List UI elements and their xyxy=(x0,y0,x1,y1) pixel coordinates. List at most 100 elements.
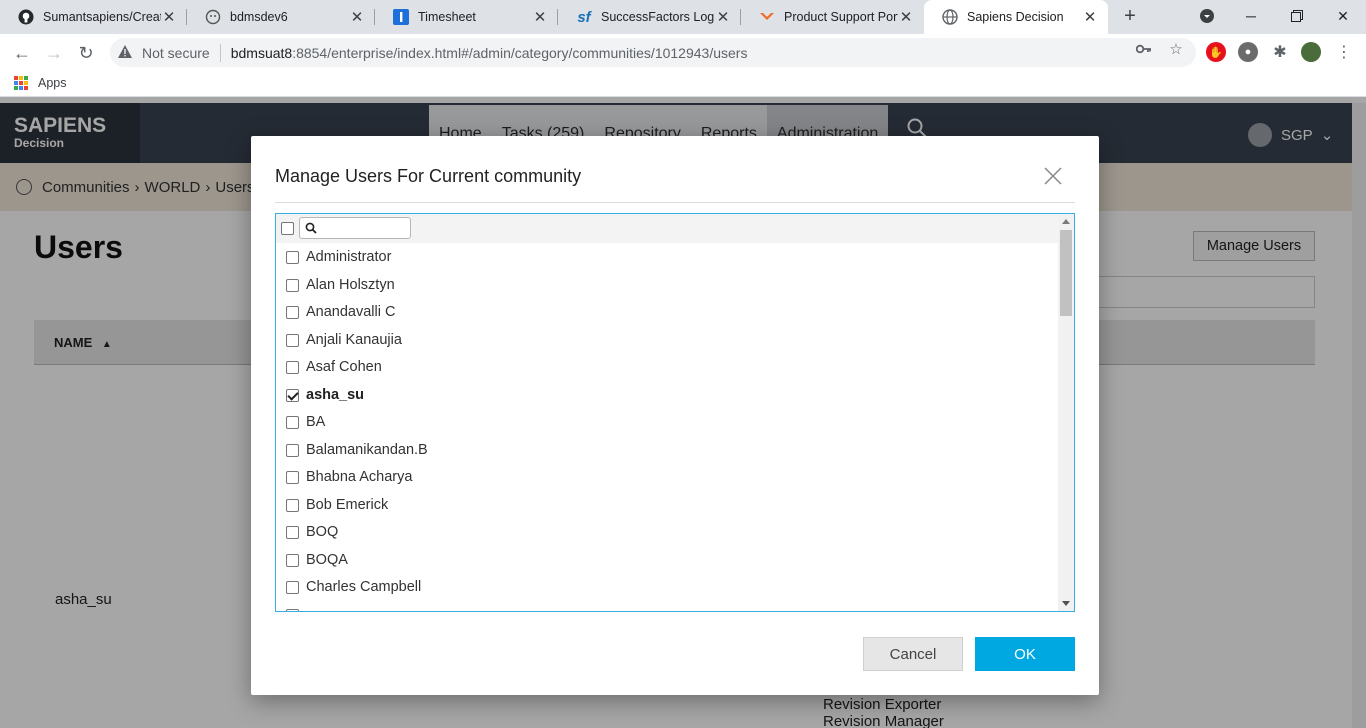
successfactors-icon: sf xyxy=(577,8,591,26)
browser-tab-strip: Sumantsapiens/Create ✕ bdmsdev6 ✕ Timesh… xyxy=(0,0,1366,34)
user-items: Administrator Alan Holsztyn Anandavalli … xyxy=(276,244,1058,611)
window-close-icon[interactable]: ✕ xyxy=(1332,5,1354,27)
browser-tab[interactable]: Timesheet ✕ xyxy=(375,0,558,34)
restore-icon[interactable] xyxy=(1286,5,1308,27)
apps-shortcut[interactable]: Apps xyxy=(14,76,67,90)
user-checkbox[interactable] xyxy=(286,608,299,611)
scroll-thumb[interactable] xyxy=(1060,230,1072,316)
puzzle-icon[interactable]: ✱ xyxy=(1270,42,1290,62)
close-icon[interactable] xyxy=(1044,167,1062,185)
scroll-down-icon[interactable] xyxy=(1062,601,1070,606)
address-bar[interactable]: Not secure bdmsuat8 :8854/enterprise/ind… xyxy=(110,38,1196,67)
list-item[interactable]: Asaf Cohen xyxy=(276,354,1058,382)
list-item[interactable]: Charles Campbell xyxy=(276,574,1058,602)
forward-icon[interactable]: → xyxy=(43,42,65,64)
user-name: Bob Emerick xyxy=(306,496,389,513)
browser-tab[interactable]: sf SuccessFactors Log in ✕ xyxy=(558,0,741,34)
profile-avatar[interactable] xyxy=(1301,42,1321,62)
cancel-button[interactable]: Cancel xyxy=(863,637,963,671)
user-name: Anandavalli C xyxy=(306,304,396,320)
url-path: :8854/enterprise/index.html#/admin/categ… xyxy=(292,44,748,61)
close-icon[interactable]: ✕ xyxy=(715,8,731,26)
extension-icon[interactable]: ● xyxy=(1238,42,1258,62)
apps-label: Apps xyxy=(38,76,67,90)
user-name: Bhabna Acharya xyxy=(306,469,413,485)
user-name: Alan Holsztyn xyxy=(306,276,395,293)
browser-tab[interactable]: bdmsdev6 ✕ xyxy=(187,0,375,34)
back-icon[interactable]: ← xyxy=(11,42,33,64)
tab-title: Sapiens Decision xyxy=(967,10,1064,24)
list-item[interactable]: BOQA xyxy=(276,547,1058,575)
github-icon xyxy=(18,9,34,25)
dialog-title: Manage Users For Current community xyxy=(275,166,582,186)
warning-icon xyxy=(118,44,134,61)
user-checkbox[interactable] xyxy=(286,361,299,374)
close-icon[interactable]: ✕ xyxy=(1082,8,1098,26)
security-label[interactable]: Not secure xyxy=(142,45,210,61)
close-icon[interactable]: ✕ xyxy=(898,8,914,26)
user-name: Balamanikandan.B xyxy=(306,441,428,458)
user-checkbox[interactable] xyxy=(286,498,299,512)
user-checkbox[interactable] xyxy=(286,443,299,457)
close-icon[interactable]: ✕ xyxy=(161,8,177,26)
manage-users-dialog: Manage Users For Current community Admin… xyxy=(251,136,1099,695)
user-checkbox[interactable] xyxy=(286,251,299,264)
user-name: BOQ xyxy=(306,524,339,540)
list-item[interactable]: Bob Emerick xyxy=(276,492,1058,520)
search-icon xyxy=(305,221,317,234)
key-icon[interactable] xyxy=(1135,40,1153,58)
tab-title: Product Support Porta xyxy=(784,10,898,24)
list-item[interactable]: Alan Holsztyn xyxy=(276,272,1058,300)
user-checkbox-checked[interactable] xyxy=(286,388,299,402)
support-portal-icon xyxy=(759,9,775,25)
reload-icon[interactable]: ↻ xyxy=(75,42,97,64)
user-checkbox[interactable] xyxy=(286,581,299,594)
list-header xyxy=(276,214,1058,243)
list-item[interactable]: Administrator xyxy=(276,244,1058,272)
list-item[interactable]: Anandavalli C xyxy=(276,299,1058,327)
close-icon[interactable]: ✕ xyxy=(532,8,548,26)
user-name: Administrator xyxy=(306,249,392,265)
star-icon[interactable]: ☆ xyxy=(1167,40,1185,58)
user-name: asha_su xyxy=(306,386,365,403)
user-name: Asaf Cohen xyxy=(306,359,382,375)
globe-icon xyxy=(942,9,958,25)
search-input[interactable] xyxy=(299,217,411,239)
menu-icon[interactable]: ⋮ xyxy=(1334,42,1354,62)
select-all-checkbox[interactable] xyxy=(281,222,294,235)
user-checkbox[interactable] xyxy=(286,416,299,429)
new-tab-icon[interactable]: + xyxy=(1120,6,1140,26)
list-scrollbar[interactable] xyxy=(1058,214,1074,611)
list-item[interactable]: BOQ xyxy=(276,519,1058,547)
close-icon[interactable]: ✕ xyxy=(349,8,365,26)
browser-tab[interactable]: Product Support Porta ✕ xyxy=(741,0,924,34)
list-item[interactable]: Anjali Kanaujia xyxy=(276,327,1058,355)
scroll-up-icon[interactable] xyxy=(1062,219,1070,224)
minimize-icon[interactable]: ─ xyxy=(1240,5,1262,27)
user-name: BA xyxy=(306,414,326,430)
user-name: Charles Campbell xyxy=(306,579,422,595)
divider xyxy=(219,43,221,62)
list-item[interactable]: Balamanikandan.B xyxy=(276,437,1058,465)
user-checkbox[interactable] xyxy=(286,306,299,319)
list-item[interactable]: BA xyxy=(276,409,1058,437)
list-item-partial[interactable] xyxy=(276,602,1058,611)
user-checkbox[interactable] xyxy=(286,278,299,292)
browser-tab[interactable]: Sumantsapiens/Create ✕ xyxy=(0,0,187,34)
user-checkbox[interactable] xyxy=(286,471,299,484)
tab-title: Timesheet xyxy=(418,10,476,24)
user-checkbox[interactable] xyxy=(286,553,299,567)
apps-icon xyxy=(14,76,28,90)
adblock-icon[interactable]: ✋ xyxy=(1206,42,1226,62)
tab-title: bdmsdev6 xyxy=(230,10,288,24)
list-item-selected[interactable]: asha_su xyxy=(276,382,1058,410)
ghost-icon xyxy=(205,9,221,25)
user-name: BOQA xyxy=(306,551,348,568)
ok-button[interactable]: OK xyxy=(975,637,1075,671)
user-checkbox[interactable] xyxy=(286,333,299,347)
divider xyxy=(275,202,1075,203)
browser-tab-active[interactable]: Sapiens Decision ✕ xyxy=(924,0,1108,34)
list-item[interactable]: Bhabna Acharya xyxy=(276,464,1058,492)
tab-search-icon[interactable] xyxy=(1196,5,1218,27)
user-checkbox[interactable] xyxy=(286,526,299,539)
